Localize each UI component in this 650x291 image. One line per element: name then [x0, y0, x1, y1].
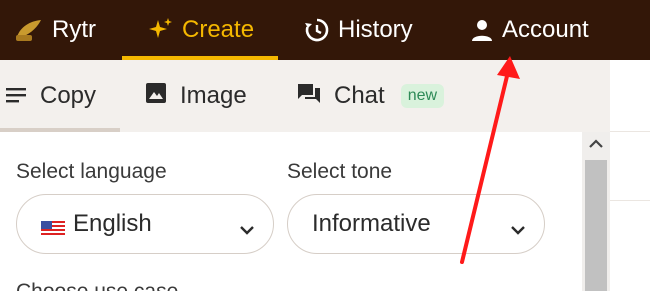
language-label: Select language: [16, 160, 167, 183]
divider: [610, 131, 650, 132]
nav-account-label: Account: [502, 16, 589, 43]
mode-tabs: Copy Image Chat new: [0, 60, 610, 132]
image-icon: [146, 82, 166, 110]
nav-account[interactable]: Account: [470, 0, 589, 60]
tab-copy-label: Copy: [40, 82, 97, 109]
tone-value: Informative: [312, 210, 431, 237]
chevron-down-icon: [239, 215, 255, 243]
brand-link[interactable]: Rytr: [14, 0, 96, 60]
tab-image-label: Image: [180, 82, 247, 109]
divider: [610, 200, 650, 201]
sparkle-icon: [148, 17, 174, 43]
quill-icon: [14, 17, 44, 43]
nav-history[interactable]: History: [304, 0, 413, 60]
scroll-up-button[interactable]: [582, 132, 610, 158]
chevron-up-icon: [589, 136, 603, 154]
tab-image[interactable]: Image: [146, 60, 247, 132]
new-badge: new: [400, 84, 445, 108]
chevron-down-icon: [510, 215, 526, 243]
nav-create[interactable]: Create: [122, 0, 278, 60]
use-case-label: Choose use case: [16, 280, 178, 291]
history-icon: [304, 17, 330, 43]
scrollbar-thumb[interactable]: [585, 160, 607, 291]
language-value: English: [73, 210, 152, 237]
nav-history-label: History: [338, 16, 413, 43]
us-flag-icon: [41, 216, 65, 237]
tab-chat-label: Chat: [334, 82, 385, 109]
tab-copy[interactable]: Copy: [6, 60, 120, 132]
tone-label: Select tone: [287, 160, 393, 183]
language-select[interactable]: English: [16, 194, 274, 254]
tab-chat[interactable]: Chat new: [298, 60, 445, 132]
top-navbar: Rytr Create History Account: [0, 0, 650, 60]
chat-icon: [298, 82, 320, 110]
main-area: [610, 60, 650, 291]
tone-select[interactable]: Informative: [287, 194, 545, 254]
brand-name: Rytr: [52, 16, 96, 43]
lines-icon: [6, 82, 26, 110]
nav-create-label: Create: [182, 16, 255, 43]
user-icon: [470, 18, 494, 42]
